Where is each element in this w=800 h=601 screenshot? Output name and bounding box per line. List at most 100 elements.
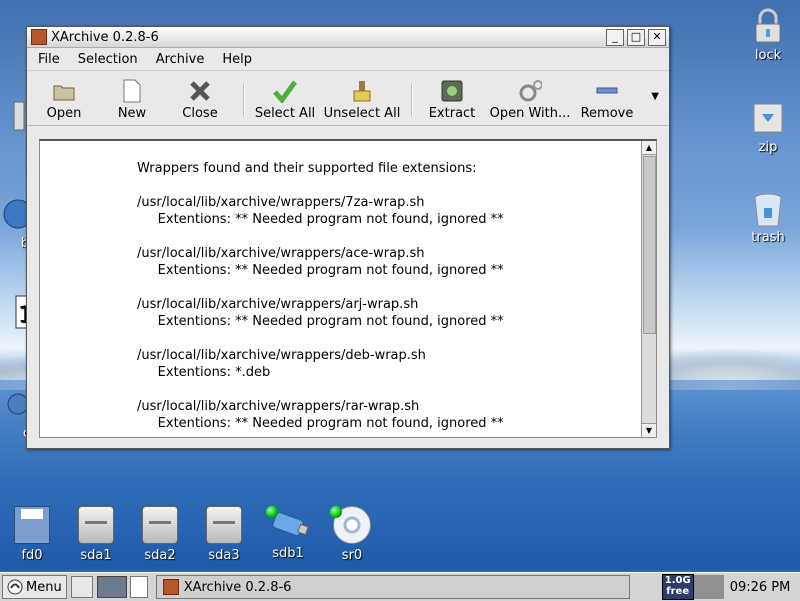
harddisk-icon — [206, 506, 242, 544]
wrapper-info-textview[interactable]: Wrappers found and their supported file … — [39, 139, 657, 438]
drive-sda2[interactable]: sda2 — [132, 506, 188, 563]
xarchive-window[interactable]: XArchive 0.2.8-6 _ □ ✕ File Selection Ar… — [26, 26, 670, 449]
workspace-1-icon[interactable] — [96, 576, 127, 598]
trash-icon — [750, 190, 786, 227]
lock-icon — [750, 8, 786, 44]
window-title: XArchive 0.2.8-6 — [51, 29, 159, 45]
check-icon — [273, 79, 297, 103]
zip-icon — [750, 100, 786, 136]
floppy-icon — [14, 506, 50, 544]
text-line: /usr/local/lib/xarchive/wrappers/7za-wra… — [137, 195, 425, 210]
open-with-label: Open With... — [489, 106, 571, 121]
xarchive-app-icon — [31, 29, 47, 45]
menu-archive[interactable]: Archive — [145, 52, 212, 67]
remove-button[interactable]: Remove — [575, 69, 639, 125]
open-label: Open — [46, 106, 82, 121]
clear-icon — [350, 79, 374, 103]
minimize-button[interactable]: _ — [606, 28, 624, 46]
folder-open-icon — [52, 79, 76, 103]
show-desktop-icon[interactable] — [70, 576, 93, 598]
drive-sr0[interactable]: sr0 — [324, 506, 380, 563]
drive-label: sda3 — [208, 548, 240, 563]
text-line: Extentions: *.deb — [137, 365, 271, 380]
window-titlebar[interactable]: XArchive 0.2.8-6 _ □ ✕ — [27, 27, 669, 48]
unselect-all-button[interactable]: Unselect All — [319, 69, 405, 125]
toolbar-overflow-icon[interactable]: ▼ — [651, 91, 659, 102]
text-line: /usr/local/lib/xarchive/wrappers/deb-wra… — [137, 348, 426, 363]
maximize-button[interactable]: □ — [627, 28, 645, 46]
close-window-button[interactable]: ✕ — [648, 28, 666, 46]
new-label: New — [117, 106, 147, 121]
open-with-button[interactable]: Open With... — [485, 69, 575, 125]
text-line: Wrappers found and their supported file … — [137, 161, 477, 176]
drive-label: sdb1 — [272, 546, 304, 561]
text-line: Extentions: ** Needed program not found,… — [137, 314, 504, 329]
desktop-icon-label: zip — [758, 140, 778, 155]
xarchive-app-icon — [162, 579, 179, 595]
menu-file[interactable]: File — [27, 52, 67, 67]
remove-icon — [595, 79, 619, 103]
toolbar-separator — [243, 83, 245, 117]
text-line: ​ — [137, 330, 637, 347]
menu-help[interactable]: Help — [211, 52, 259, 67]
toolbar: Open New Close Select All Unselect All E… — [27, 71, 669, 126]
remove-label: Remove — [580, 106, 634, 121]
harddisk-icon — [142, 506, 178, 544]
start-menu-button[interactable]: Menu — [2, 575, 67, 599]
desktop-icon-lock[interactable]: lock — [740, 8, 796, 63]
drive-fd0[interactable]: fd0 — [4, 506, 60, 563]
menu-icon — [7, 579, 23, 595]
text-line: Extentions: ** Needed program not found,… — [137, 212, 504, 227]
text-line: /usr/local/lib/xarchive/wrappers/ace-wra… — [137, 246, 425, 261]
free-space-indicator: 1.0G free — [661, 574, 694, 600]
new-button[interactable]: New — [101, 69, 163, 125]
toolbar-separator — [411, 83, 413, 117]
free-space-bar — [693, 575, 724, 599]
desktop-icon-label: lock — [754, 48, 782, 63]
select-all-label: Select All — [254, 106, 316, 121]
clock[interactable]: 09:26 PM — [730, 580, 791, 595]
close-label: Close — [182, 106, 218, 121]
text-line: ​ — [137, 228, 637, 245]
text-line: /usr/local/lib/xarchive/wrappers/arj-wra… — [137, 297, 419, 312]
new-document-icon — [120, 79, 144, 103]
network-icon — [0, 386, 29, 422]
drive-label: sr0 — [341, 548, 363, 563]
wrapper-info-text: Wrappers found and their supported file … — [137, 143, 637, 437]
text-line: /usr/local/lib/xarchive/wrappers/rar-wra… — [137, 399, 420, 414]
gears-icon — [518, 79, 542, 103]
text-line: ​ — [137, 279, 637, 296]
text-line: Extentions: ** Needed program not found,… — [137, 416, 504, 431]
workspace-2-icon[interactable] — [129, 576, 148, 598]
text-line: ​ — [137, 381, 637, 398]
scrollbar-thumb[interactable] — [643, 156, 656, 334]
select-all-button[interactable]: Select All — [251, 69, 319, 125]
mounted-indicator-icon — [266, 506, 278, 518]
open-button[interactable]: Open — [27, 69, 101, 125]
drive-label: sda2 — [144, 548, 176, 563]
scroll-up-arrow-icon[interactable]: ▲ — [642, 141, 656, 155]
drive-label: sda1 — [80, 548, 112, 563]
scroll-down-arrow-icon[interactable]: ▼ — [642, 423, 656, 437]
taskbar-task-xarchive[interactable]: XArchive 0.2.8-6 — [155, 575, 630, 599]
drive-sdb1[interactable]: sdb1 — [260, 506, 316, 561]
unselect-all-label: Unselect All — [323, 106, 401, 121]
desktop-icon-label: trash — [751, 230, 785, 245]
extract-button[interactable]: Extract — [419, 69, 485, 125]
free-space-label: free — [666, 586, 690, 597]
text-line: Extentions: ** Needed program not found,… — [137, 263, 504, 278]
drive-label: fd0 — [21, 548, 43, 563]
extract-label: Extract — [428, 106, 476, 121]
close-button[interactable]: Close — [163, 69, 237, 125]
drive-sda3[interactable]: sda3 — [196, 506, 252, 563]
vertical-scrollbar[interactable]: ▲ ▼ — [641, 141, 656, 437]
extract-icon — [440, 79, 464, 103]
desktop-icon-trash[interactable]: trash — [740, 190, 796, 245]
drive-sda1[interactable]: sda1 — [68, 506, 124, 563]
start-menu-label: Menu — [26, 579, 62, 595]
menu-selection[interactable]: Selection — [67, 52, 145, 67]
text-line: ​ — [137, 177, 637, 194]
desktop-icon-zip[interactable]: zip — [740, 100, 796, 155]
menu-bar: File Selection Archive Help — [27, 48, 669, 71]
task-label: XArchive 0.2.8-6 — [183, 579, 292, 595]
